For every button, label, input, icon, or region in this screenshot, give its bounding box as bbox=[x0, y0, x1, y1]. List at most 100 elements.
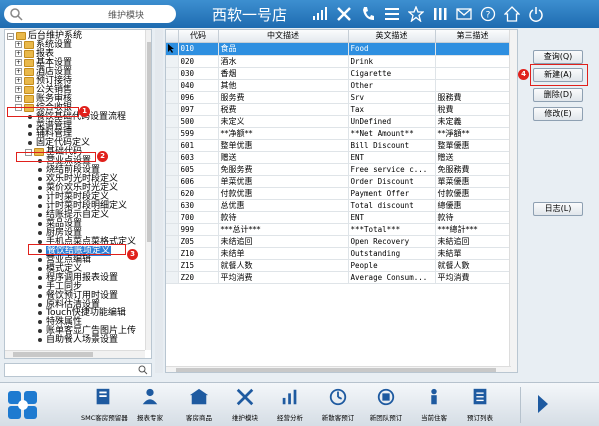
row-header[interactable] bbox=[166, 271, 179, 284]
table-cell[interactable]: Z20 bbox=[178, 271, 219, 284]
log-button[interactable]: 日志(L) bbox=[533, 202, 583, 216]
column-header[interactable]: 中文描述 bbox=[218, 30, 349, 43]
toolbar-button[interactable]: 新团队预订 bbox=[364, 387, 408, 425]
row-header[interactable] bbox=[166, 79, 179, 92]
home-icon[interactable] bbox=[500, 3, 524, 25]
table-cell[interactable]: 总优惠 bbox=[218, 199, 349, 212]
row-header[interactable] bbox=[166, 103, 179, 116]
table-row[interactable]: Z10 未结单 Outstanding 未結單 bbox=[166, 247, 511, 260]
table-cell[interactable]: UnDefined bbox=[348, 115, 436, 128]
mail-icon[interactable] bbox=[452, 3, 476, 25]
row-header[interactable] bbox=[166, 187, 179, 200]
table-row[interactable]: 097 税费 Tax 稅費 bbox=[166, 103, 511, 116]
table-cell[interactable]: **净额** bbox=[218, 127, 349, 140]
table-row[interactable]: 096 服务费 Srv 服務費 bbox=[166, 91, 511, 104]
table-cell[interactable]: 付款優惠 bbox=[435, 187, 511, 200]
table-cell[interactable]: 整單優惠 bbox=[435, 139, 511, 152]
table-cell[interactable]: Cigarette bbox=[348, 67, 436, 80]
table-cell[interactable]: 未結單 bbox=[435, 247, 511, 260]
table-cell[interactable]: 单菜优惠 bbox=[218, 175, 349, 188]
expand-icon[interactable]: + bbox=[15, 50, 22, 58]
row-header[interactable] bbox=[166, 211, 179, 224]
column-header[interactable]: 英文描述 bbox=[348, 30, 436, 43]
table-cell[interactable]: 999 bbox=[178, 223, 219, 236]
table-cell[interactable]: Outstanding bbox=[348, 247, 436, 260]
table-cell[interactable]: 免服務費 bbox=[435, 163, 511, 176]
table-cell[interactable]: 未结追回 bbox=[218, 235, 349, 248]
table-cell[interactable]: Bill Discount bbox=[348, 139, 436, 152]
table-cell[interactable]: ***总计*** bbox=[218, 223, 349, 236]
table-cell[interactable]: 096 bbox=[178, 91, 219, 104]
table-cell[interactable]: Order Discount bbox=[348, 175, 436, 188]
table-cell[interactable]: 香烟 bbox=[218, 67, 349, 80]
navigation-tree[interactable]: − 后台维护系统 + 系统设置 + 报表 + 基本设置 + 酒店设置 + 预订接待 + 公关销售 + 账务审核… bbox=[4, 29, 152, 359]
table-row[interactable]: 599 **净额** **Net Amount** **淨額** bbox=[166, 127, 511, 140]
table-cell[interactable]: 500 bbox=[178, 115, 219, 128]
row-header[interactable] bbox=[166, 67, 179, 80]
table-row[interactable]: 030 香烟 Cigarette bbox=[166, 67, 511, 80]
table-cell[interactable]: Z05 bbox=[178, 235, 219, 248]
delete-button[interactable]: 删除(D) bbox=[533, 88, 583, 102]
table-cell[interactable]: 整单优惠 bbox=[218, 139, 349, 152]
scroll-thumb[interactable] bbox=[13, 352, 93, 357]
table-cell[interactable]: ***Total*** bbox=[348, 223, 436, 236]
row-header[interactable] bbox=[166, 55, 179, 68]
toolbar-button[interactable]: 维护模块 bbox=[223, 387, 267, 425]
table-cell[interactable]: People bbox=[348, 259, 436, 272]
table-cell[interactable]: Payment Offer bbox=[348, 187, 436, 200]
table-cell[interactable]: 097 bbox=[178, 103, 219, 116]
table-cell[interactable]: 酒水 bbox=[218, 55, 349, 68]
table-cell[interactable]: 606 bbox=[178, 175, 219, 188]
expand-icon[interactable]: + bbox=[15, 41, 22, 49]
row-header[interactable] bbox=[166, 175, 179, 188]
table-cell[interactable]: Tax bbox=[348, 103, 436, 116]
expand-icon[interactable]: + bbox=[15, 59, 22, 67]
table-cell[interactable]: 款待 bbox=[218, 211, 349, 224]
star-icon[interactable] bbox=[404, 3, 428, 25]
table-row[interactable]: 620 付款优惠 Payment Offer 付款優惠 bbox=[166, 187, 511, 200]
table-cell[interactable]: Average Consum... bbox=[348, 271, 436, 284]
toolbar-button[interactable]: 当前住客 bbox=[412, 387, 456, 425]
table-row[interactable]: 605 免服务费 Free service c... 免服務費 bbox=[166, 163, 511, 176]
power-icon[interactable] bbox=[524, 3, 548, 25]
table-cell[interactable]: 040 bbox=[178, 79, 219, 92]
table-row[interactable]: 606 单菜优惠 Order Discount 單菜優惠 bbox=[166, 175, 511, 188]
table-cell[interactable]: Food bbox=[348, 42, 436, 56]
menu-icon[interactable] bbox=[380, 3, 404, 25]
expand-icon[interactable]: + bbox=[15, 86, 22, 94]
row-header[interactable] bbox=[166, 223, 179, 236]
row-header[interactable] bbox=[166, 235, 179, 248]
scroll-thumb[interactable] bbox=[147, 42, 151, 242]
table-row[interactable]: 020 酒水 Drink bbox=[166, 55, 511, 68]
table-cell[interactable]: Z10 bbox=[178, 247, 219, 260]
table-cell[interactable]: Open Recovery bbox=[348, 235, 436, 248]
table-row[interactable]: 999 ***总计*** ***Total*** ***總計*** bbox=[166, 223, 511, 236]
settlement-items-grid[interactable]: 代码 中文描述 英文描述 第三描述 010 食品 Food 020 酒水 Drink 030… bbox=[165, 29, 518, 373]
table-cell[interactable]: Z15 bbox=[178, 259, 219, 272]
table-row[interactable]: 500 未定义 UnDefined 未定義 bbox=[166, 115, 511, 128]
table-row[interactable]: 601 整单优惠 Bill Discount 整單優惠 bbox=[166, 139, 511, 152]
table-row[interactable]: Z20 平均消费 Average Consum... 平均消費 bbox=[166, 271, 511, 284]
table-cell[interactable]: 付款优惠 bbox=[218, 187, 349, 200]
tree-search-input[interactable] bbox=[4, 363, 152, 377]
table-cell[interactable]: 620 bbox=[178, 187, 219, 200]
row-header[interactable] bbox=[166, 247, 179, 260]
table-row[interactable]: 603 赠送 ENT 贈送 bbox=[166, 151, 511, 164]
toolbar-button[interactable]: 经营分析 bbox=[268, 387, 312, 425]
table-cell[interactable]: 020 bbox=[178, 55, 219, 68]
table-cell[interactable]: 630 bbox=[178, 199, 219, 212]
table-row[interactable]: 630 总优惠 Total discount 總優惠 bbox=[166, 199, 511, 212]
table-cell[interactable]: 其他 bbox=[218, 79, 349, 92]
table-row[interactable]: Z05 未结追回 Open Recovery 未結追回 bbox=[166, 235, 511, 248]
table-cell[interactable]: 赠送 bbox=[218, 151, 349, 164]
table-cell[interactable]: 食品 bbox=[218, 42, 349, 56]
table-cell[interactable]: 010 bbox=[178, 42, 219, 56]
modify-button[interactable]: 修改(E) bbox=[533, 107, 583, 121]
table-cell[interactable] bbox=[435, 55, 511, 68]
table-cell[interactable]: 稅費 bbox=[435, 103, 511, 116]
tree-vertical-scrollbar[interactable] bbox=[145, 30, 151, 350]
tools-icon[interactable] bbox=[332, 3, 356, 25]
app-logo-icon[interactable] bbox=[6, 389, 40, 421]
table-cell[interactable]: 030 bbox=[178, 67, 219, 80]
module-search[interactable]: 维护模块 bbox=[4, 5, 176, 23]
